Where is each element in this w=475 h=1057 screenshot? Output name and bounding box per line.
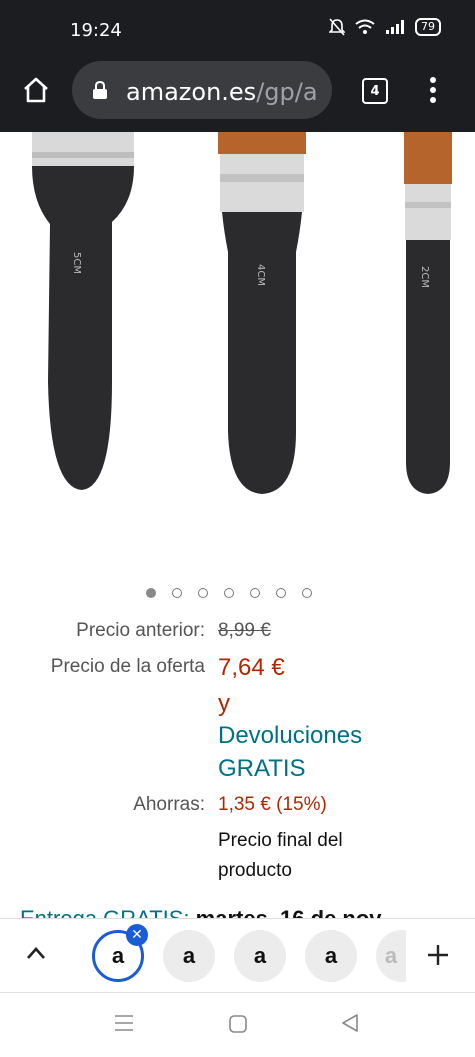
delivery-link[interactable]: Entrega GRATIS: xyxy=(20,906,190,918)
offer-price-value: 7,64 € xyxy=(218,654,285,681)
status-icons: 79 xyxy=(329,18,441,36)
tab-switcher-button[interactable]: 4 xyxy=(362,78,388,104)
signal-icon xyxy=(386,20,404,34)
tab-item[interactable]: a xyxy=(163,930,215,982)
url-domain: amazon.es xyxy=(126,78,257,106)
free-returns-link-line2[interactable]: GRATIS xyxy=(218,755,306,783)
final-price-note-line1: Precio final del xyxy=(218,830,343,851)
carousel-dot[interactable] xyxy=(198,588,208,598)
recents-menu-icon[interactable] xyxy=(114,1014,134,1032)
url-path: /gp/a xyxy=(256,78,318,106)
close-tab-icon[interactable]: ✕ xyxy=(126,924,148,946)
status-bar: 19:24 79 xyxy=(0,0,475,60)
tab-item[interactable]: a xyxy=(305,930,357,982)
tab-item[interactable]: a xyxy=(234,930,286,982)
carousel-dot[interactable] xyxy=(276,588,286,598)
carousel-dot[interactable] xyxy=(302,588,312,598)
status-time: 19:24 xyxy=(70,20,122,41)
final-price-note-line2: producto xyxy=(218,860,292,881)
wifi-icon xyxy=(355,19,375,34)
new-tab-plus-icon[interactable] xyxy=(427,944,449,966)
brush-set-image: 5CM 4CM 2CM xyxy=(32,132,452,494)
carousel-dot[interactable] xyxy=(172,588,182,598)
brush-label-4cm: 4CM xyxy=(255,264,266,286)
brush-label-5cm: 5CM xyxy=(71,252,82,274)
offer-price-label: Precio de la oferta xyxy=(50,656,205,677)
offer-connector: y xyxy=(218,690,230,717)
delivery-info: Entrega GRATIS: martes, 16 de nov xyxy=(20,906,382,918)
brush-2cm: 2CM xyxy=(404,132,452,494)
battery-icon: 79 xyxy=(415,18,441,36)
more-menu-icon[interactable] xyxy=(426,76,440,104)
url-text[interactable]: amazon.es/gp/a xyxy=(126,78,322,106)
brush-4cm: 4CM xyxy=(218,132,306,494)
carousel-dot[interactable] xyxy=(146,588,156,598)
chevron-up-icon[interactable] xyxy=(26,946,46,960)
home-nav-icon[interactable] xyxy=(228,1014,248,1034)
lock-icon[interactable] xyxy=(92,80,108,100)
home-icon[interactable] xyxy=(22,76,50,104)
carousel-dot[interactable] xyxy=(224,588,234,598)
previous-price-value: 8,99 € xyxy=(218,620,271,641)
mute-bell-icon xyxy=(329,18,345,36)
savings-value: 1,35 € (15%) xyxy=(218,794,327,815)
previous-price-label: Precio anterior: xyxy=(76,620,205,641)
product-image[interactable]: 5CM 4CM 2CM xyxy=(0,132,475,572)
brush-5cm: 5CM xyxy=(32,132,134,490)
free-returns-link-line1[interactable]: Devoluciones xyxy=(218,722,362,750)
savings-label: Ahorras: xyxy=(133,794,205,815)
carousel-dots[interactable] xyxy=(146,588,312,598)
delivery-date: martes, 16 de nov xyxy=(196,906,382,918)
back-nav-icon[interactable] xyxy=(340,1013,360,1033)
brush-label-2cm: 2CM xyxy=(419,266,430,288)
carousel-dot[interactable] xyxy=(250,588,260,598)
